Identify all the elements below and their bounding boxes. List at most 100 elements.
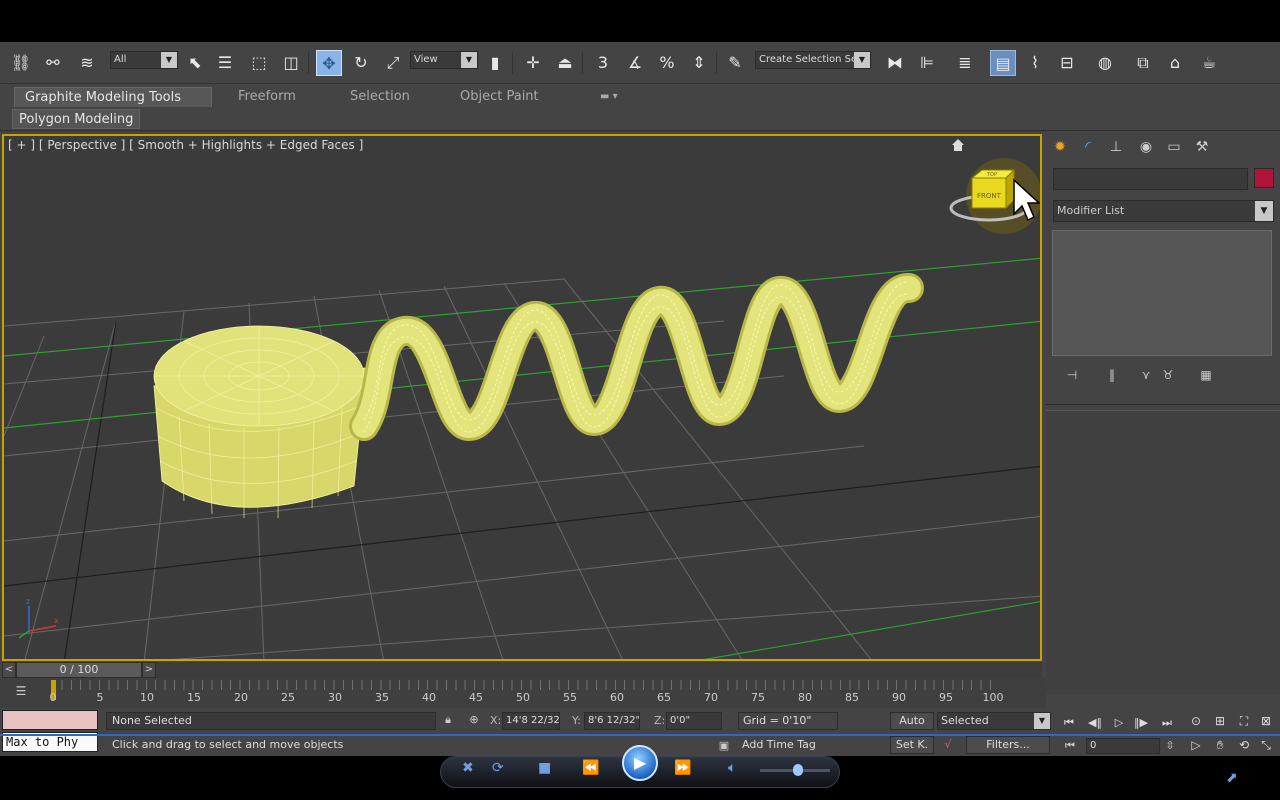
bind-space-warp-icon[interactable]: ≋ bbox=[74, 50, 100, 76]
media-seek-bar[interactable] bbox=[0, 734, 1280, 736]
stop-icon[interactable]: ■ bbox=[538, 760, 551, 776]
selection-filter-dropdown[interactable]: All ▼ bbox=[110, 51, 178, 69]
graphite-toggle-icon[interactable]: ▤ bbox=[990, 50, 1016, 76]
select-object-icon[interactable]: ⬉ bbox=[182, 50, 208, 76]
previous-frame-icon[interactable]: ◀‖ bbox=[1084, 714, 1106, 732]
auto-key-button[interactable]: Auto bbox=[890, 712, 934, 730]
time-configuration-icon[interactable]: ⇳ bbox=[1162, 738, 1178, 754]
unlink-icon[interactable]: ⚯ bbox=[40, 50, 66, 76]
repeat-icon[interactable]: ⟳ bbox=[492, 760, 504, 776]
set-keys-icon[interactable]: √ bbox=[940, 737, 956, 753]
maxscript-listener-output[interactable] bbox=[2, 710, 98, 730]
select-manipulate-icon[interactable]: ✛ bbox=[520, 50, 546, 76]
zoom-extents-icon[interactable]: ⛶ bbox=[1234, 712, 1254, 730]
pin-stack-icon[interactable]: ⊣ bbox=[1062, 366, 1082, 384]
show-end-result-icon[interactable]: ‖ bbox=[1102, 366, 1122, 384]
modifier-stack[interactable] bbox=[1052, 230, 1272, 356]
previous-icon[interactable]: ⏪ bbox=[582, 760, 599, 776]
tab-freeform[interactable]: Freeform bbox=[228, 87, 306, 107]
current-frame-field[interactable]: 0 bbox=[1086, 738, 1160, 754]
maximize-viewport-icon[interactable]: ⤡ bbox=[1256, 736, 1276, 754]
link-icon[interactable]: ⛓ bbox=[8, 50, 34, 76]
y-coord-field[interactable]: 8'6 12/32" bbox=[584, 712, 640, 730]
keyboard-shortcut-override-icon[interactable]: ⏏ bbox=[552, 50, 578, 76]
key-filter-dropdown[interactable]: Selected ▼ bbox=[937, 712, 1051, 730]
play-animation-icon[interactable]: ▷ bbox=[1108, 714, 1130, 732]
z-coord-field[interactable]: 0'0" bbox=[666, 712, 722, 730]
time-slider-handle[interactable]: 0 / 100 bbox=[16, 662, 142, 678]
home-icon[interactable] bbox=[952, 139, 964, 151]
selection-lock-icon[interactable]: 🔒︎ bbox=[440, 712, 456, 728]
field-of-view-icon[interactable]: ▷ bbox=[1186, 736, 1206, 754]
utilities-icon[interactable]: ⚒ bbox=[1190, 136, 1214, 158]
align-icon[interactable]: ⊫ bbox=[914, 50, 940, 76]
key-filters-button[interactable]: Filters... bbox=[966, 736, 1050, 754]
next-frame-icon[interactable]: ‖▶ bbox=[1130, 714, 1152, 732]
viewport-label-menu[interactable]: [ + ] [ Perspective ] [ Smooth + Highlig… bbox=[8, 138, 363, 152]
absolute-mode-icon[interactable]: ⊕ bbox=[466, 712, 482, 728]
tab-graphite-modeling-tools[interactable]: Graphite Modeling Tools bbox=[14, 87, 212, 107]
create-icon[interactable]: ✹ bbox=[1048, 136, 1072, 158]
key-mode-toggle-icon[interactable]: ⏮ bbox=[1062, 738, 1078, 754]
go-to-end-icon[interactable]: ⏭ bbox=[1156, 714, 1178, 732]
modify-icon[interactable]: ◜ bbox=[1076, 136, 1100, 158]
x-coord-field[interactable]: 14'8 22/32" bbox=[502, 712, 560, 730]
play-button[interactable]: ▶ bbox=[622, 745, 658, 781]
make-unique-icon[interactable]: ⋎ bbox=[1136, 366, 1156, 384]
configure-modifier-sets-icon[interactable]: ▦ bbox=[1196, 366, 1216, 384]
select-and-move-icon[interactable]: ✥ bbox=[316, 50, 342, 76]
volume-knob[interactable] bbox=[793, 764, 803, 776]
zoom-icon[interactable]: ⊙ bbox=[1186, 712, 1206, 730]
pan-view-icon[interactable]: ✋︎ bbox=[1210, 736, 1230, 754]
set-key-button[interactable]: Set K. bbox=[890, 736, 934, 754]
select-by-name-icon[interactable]: ☰ bbox=[212, 50, 238, 76]
snaps-toggle-icon[interactable]: 3 bbox=[590, 50, 616, 76]
shuffle-icon[interactable]: ✖ bbox=[462, 760, 474, 776]
next-icon[interactable]: ⏩ bbox=[674, 760, 691, 776]
tab-object-paint[interactable]: Object Paint bbox=[450, 87, 549, 107]
zoom-all-icon[interactable]: ⊞ bbox=[1210, 712, 1230, 730]
material-editor-icon[interactable]: ◍ bbox=[1092, 50, 1118, 76]
motion-icon[interactable]: ◉ bbox=[1134, 136, 1158, 158]
mute-icon[interactable]: 🔈︎ bbox=[728, 760, 736, 776]
hierarchy-icon[interactable]: ⊥ bbox=[1104, 136, 1128, 158]
time-slider[interactable]: < 0 / 100 > bbox=[2, 662, 1042, 678]
curve-editor-icon[interactable]: ⌇ bbox=[1022, 50, 1048, 76]
spinner-snap-icon[interactable]: ⇕ bbox=[686, 50, 712, 76]
rectangular-selection-icon[interactable]: ⬚ bbox=[246, 50, 272, 76]
angle-snap-icon[interactable]: ∡ bbox=[622, 50, 648, 76]
orbit-icon[interactable]: ⟲ bbox=[1234, 736, 1254, 754]
render-production-icon[interactable]: ☕ bbox=[1196, 50, 1222, 76]
time-slider-next-button[interactable]: > bbox=[142, 662, 156, 678]
select-and-scale-icon[interactable]: ⤢ bbox=[380, 50, 406, 76]
window-crossing-icon[interactable]: ◫ bbox=[278, 50, 304, 76]
trackbar[interactable]: ☰ 0 5 10 15 20 25 30 35 40 45 50 55 60 65 70 75 80 85 90 95… bbox=[0, 678, 1046, 708]
go-to-start-icon[interactable]: ⏮ bbox=[1058, 714, 1080, 732]
display-icon[interactable]: ▭ bbox=[1162, 136, 1186, 158]
object-name-field[interactable] bbox=[1053, 168, 1248, 190]
percent-snap-icon[interactable]: % bbox=[654, 50, 680, 76]
add-time-tag[interactable]: Add Time Tag bbox=[738, 736, 878, 754]
pivot-center-icon[interactable]: ▮ bbox=[482, 50, 508, 76]
edit-named-selection-icon[interactable]: ✎ bbox=[722, 50, 748, 76]
render-setup-icon[interactable]: ⧉ bbox=[1130, 50, 1156, 76]
switch-to-library-icon[interactable]: ⬈ bbox=[1226, 770, 1238, 786]
open-mini-curve-editor-icon[interactable]: ☰ bbox=[10, 684, 32, 702]
modifier-list-dropdown[interactable]: Modifier List ▼ bbox=[1053, 200, 1274, 222]
rendered-frame-window-icon[interactable]: ⌂ bbox=[1162, 50, 1188, 76]
select-and-rotate-icon[interactable]: ↻ bbox=[348, 50, 374, 76]
tab-selection[interactable]: Selection bbox=[340, 87, 420, 107]
polygon-modeling-panel[interactable]: Polygon Modeling bbox=[12, 109, 141, 129]
reference-coordinate-dropdown[interactable]: View ▼ bbox=[410, 51, 478, 69]
layer-manager-icon[interactable]: ≣ bbox=[952, 50, 978, 76]
remove-modifier-icon[interactable]: ♉ bbox=[1158, 366, 1178, 384]
named-selection-dropdown[interactable]: Create Selection Se ▼ bbox=[755, 51, 871, 69]
ribbon-options-icon[interactable]: ▬ ▾ bbox=[590, 87, 628, 107]
mirror-icon[interactable]: ⧓ bbox=[882, 50, 908, 76]
time-slider-prev-button[interactable]: < bbox=[2, 662, 16, 678]
object-color-swatch[interactable] bbox=[1254, 168, 1274, 188]
perspective-viewport[interactable]: FRONT TOP z x [ + ] [ Perspective ] [ Sm… bbox=[2, 134, 1042, 661]
schematic-view-icon[interactable]: ⊟ bbox=[1054, 50, 1080, 76]
zoom-extents-all-icon[interactable]: ⊠ bbox=[1256, 712, 1276, 730]
time-tag-icon[interactable]: ▣ bbox=[716, 738, 732, 754]
